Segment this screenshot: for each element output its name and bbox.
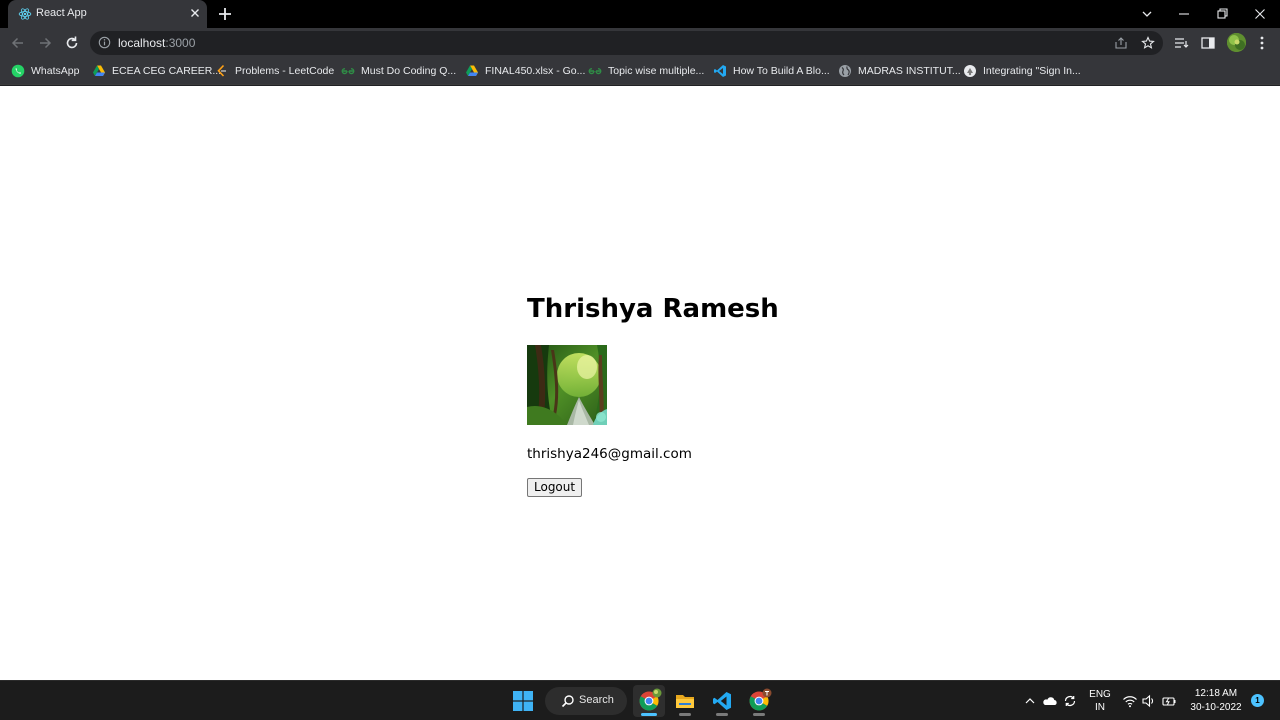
bookmark-madras-institute[interactable]: MADRAS INSTITUT... [838, 63, 961, 79]
windows-taskbar: Search ENG IN 12:18 AM 30-10-2022 1 [0, 680, 1280, 720]
whatsapp-icon [11, 64, 25, 78]
onedrive-cloud-icon[interactable] [1042, 693, 1058, 709]
address-bar[interactable]: localhost:3000 [90, 31, 1163, 55]
url-text: localhost:3000 [118, 36, 195, 50]
close-tab-icon[interactable] [188, 6, 202, 20]
geeksforgeeks-icon [588, 68, 602, 75]
more-menu-icon[interactable] [1254, 35, 1270, 51]
vscode-icon [713, 692, 731, 710]
bookmark-ecea-ceg-career[interactable]: ECEA CEG CAREER... [92, 63, 221, 79]
profile-badge-icon [652, 688, 662, 698]
url-host: localhost [118, 36, 166, 50]
geeksforgeeks-icon [341, 68, 355, 75]
bookmark-star-icon[interactable] [1141, 36, 1155, 50]
bookmark-whatsapp[interactable]: WhatsApp [11, 63, 79, 79]
site-info-icon[interactable] [98, 36, 111, 49]
close-window-icon[interactable] [1251, 5, 1269, 23]
user-name-heading: Thrishya Ramesh [527, 294, 779, 324]
profile-image-icon [1227, 33, 1246, 52]
region-code: IN [1095, 702, 1105, 713]
extension-icon [964, 65, 976, 77]
running-app-indicator [716, 713, 728, 716]
bookmarks-bar: WhatsApp ECEA CEG CAREER... Problems - L… [0, 58, 1280, 85]
bookmark-label: WhatsApp [31, 65, 80, 77]
folder-icon [676, 695, 694, 708]
bookmark-integrating-sign-in[interactable]: Integrating "Sign In... [963, 63, 1081, 79]
volume-icon[interactable] [1141, 693, 1157, 709]
profile-badge-icon [762, 688, 772, 698]
bookmark-label: FINAL450.xlsx - Go... [485, 65, 586, 77]
taskbar-chrome-active[interactable] [633, 685, 665, 717]
globe-icon [839, 65, 851, 77]
bookmark-label: MADRAS INSTITUT... [858, 65, 961, 77]
new-tab-icon[interactable] [216, 5, 234, 23]
clock-time: 12:18 AM [1194, 688, 1238, 699]
bookmark-how-to-build[interactable]: How To Build A Blo... [713, 63, 830, 79]
tab-search-chevron-icon[interactable] [1138, 5, 1156, 23]
google-drive-icon [93, 65, 105, 76]
wifi-icon[interactable] [1122, 693, 1138, 709]
notification-count-badge[interactable]: 1 [1251, 694, 1264, 707]
browser-tab[interactable]: React App [8, 0, 207, 28]
language-code: ENG [1089, 689, 1111, 700]
windows-logo-icon [513, 691, 533, 711]
taskbar-chrome-profile2[interactable] [743, 685, 775, 717]
url-port: :3000 [165, 36, 196, 50]
bookmark-leetcode[interactable]: Problems - LeetCode [215, 63, 334, 79]
browser-toolbar: localhost:3000 [0, 28, 1280, 58]
user-email: thrishya246@gmail.com [527, 446, 692, 462]
google-drive-icon [466, 65, 478, 76]
leetcode-icon [217, 64, 226, 77]
system-clock[interactable]: 12:18 AM 30-10-2022 [1183, 687, 1249, 715]
bookmark-final450[interactable]: FINAL450.xlsx - Go... [465, 63, 585, 79]
bookmark-label: Integrating "Sign In... [983, 65, 1081, 77]
show-hidden-icons-chevron[interactable] [1022, 693, 1038, 709]
user-profile-photo [527, 345, 607, 425]
taskbar-vscode[interactable] [706, 685, 738, 717]
page-viewport: Thrishya Ramesh thrishya246@gmail.com Lo… [0, 86, 1280, 680]
bookmark-must-do-coding[interactable]: Must Do Coding Q... [341, 63, 456, 79]
bookmark-label: Must Do Coding Q... [361, 65, 457, 77]
running-app-indicator [679, 713, 691, 716]
running-app-indicator [753, 713, 765, 716]
react-icon [18, 8, 32, 20]
profile-avatar[interactable] [1227, 33, 1246, 52]
taskbar-search[interactable]: Search [545, 687, 627, 715]
taskbar-file-explorer[interactable] [669, 685, 701, 717]
bookmark-label: How To Build A Blo... [733, 65, 830, 77]
sync-icon[interactable] [1062, 693, 1078, 709]
bookmark-label: ECEA CEG CAREER... [112, 65, 222, 77]
forward-icon[interactable] [36, 34, 54, 52]
input-language[interactable]: ENG IN [1087, 688, 1113, 714]
bookmark-label: Topic wise multiple... [608, 65, 705, 77]
bookmark-label: Problems - LeetCode [235, 65, 335, 77]
start-button[interactable] [507, 685, 539, 717]
back-icon[interactable] [9, 34, 27, 52]
search-icon [561, 695, 574, 708]
minimize-icon[interactable] [1175, 5, 1193, 23]
tab-strip: React App [0, 0, 1280, 28]
vscode-icon [714, 65, 726, 77]
active-app-indicator [641, 713, 657, 716]
tab-title: React App [36, 7, 87, 19]
restore-icon[interactable] [1213, 5, 1231, 23]
user-profile: Thrishya Ramesh thrishya246@gmail.com Lo… [527, 293, 827, 497]
side-panel-icon[interactable] [1200, 35, 1216, 51]
share-icon[interactable] [1114, 36, 1128, 50]
logout-button[interactable]: Logout [527, 478, 583, 497]
clock-date: 30-10-2022 [1190, 702, 1242, 713]
bookmark-topic-wise[interactable]: Topic wise multiple... [588, 63, 704, 79]
reload-icon[interactable] [63, 34, 81, 52]
search-label: Search [579, 694, 614, 706]
battery-icon[interactable] [1161, 693, 1177, 709]
reading-list-icon[interactable] [1173, 35, 1189, 51]
